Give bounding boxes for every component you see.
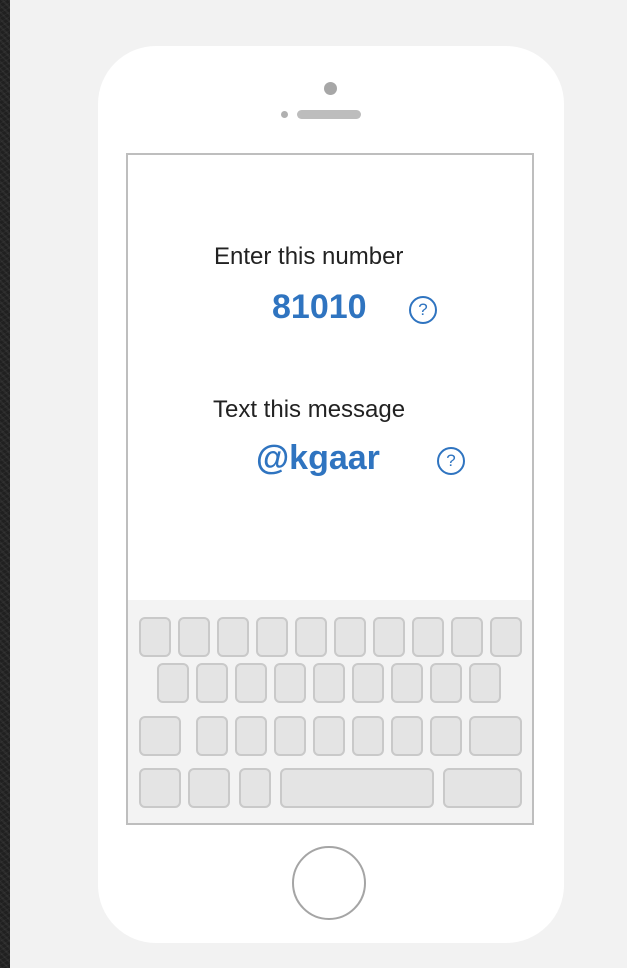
keyword-message: @kgaar xyxy=(256,439,380,477)
speaker-icon xyxy=(297,110,361,119)
keyboard-key xyxy=(295,617,327,657)
keyboard-key xyxy=(412,617,444,657)
keyboard-key xyxy=(196,716,228,756)
keyboard-key xyxy=(373,617,405,657)
keyboard-key xyxy=(157,663,189,703)
phone-screen: Enter this number 81010 ? Text this mess… xyxy=(126,153,534,825)
space-bar xyxy=(280,768,434,808)
camera-icon xyxy=(324,82,337,95)
keyboard-key xyxy=(352,663,384,703)
keyboard-key xyxy=(256,617,288,657)
keyboard-key xyxy=(430,663,462,703)
keyboard-key xyxy=(469,716,522,756)
number-label: Enter this number xyxy=(214,243,404,270)
keyboard-key xyxy=(235,663,267,703)
keyboard-key xyxy=(313,716,345,756)
phone-illustration: Enter this number 81010 ? Text this mess… xyxy=(98,46,564,943)
content-panel: Enter this number 81010 ? Text this mess… xyxy=(10,0,627,968)
keyboard-key xyxy=(391,716,423,756)
keyboard-key xyxy=(274,716,306,756)
keyboard-illustration xyxy=(128,600,532,823)
keyboard-key xyxy=(196,663,228,703)
home-button-icon xyxy=(292,846,366,920)
keyboard-key xyxy=(352,716,384,756)
short-code-number: 81010 xyxy=(272,288,367,326)
keyboard-key xyxy=(178,617,210,657)
keyboard-key xyxy=(274,663,306,703)
question-circle-icon[interactable]: ? xyxy=(409,296,437,324)
keyboard-key xyxy=(469,663,501,703)
keyboard-key xyxy=(139,768,181,808)
keyboard-key xyxy=(490,617,522,657)
keyboard-key xyxy=(313,663,345,703)
question-circle-icon[interactable]: ? xyxy=(437,447,465,475)
message-label: Text this message xyxy=(213,396,406,423)
keyboard-key xyxy=(235,716,267,756)
keyboard-key xyxy=(139,617,171,657)
keyboard-key xyxy=(443,768,522,808)
keyboard-key xyxy=(139,716,181,756)
keyboard-key xyxy=(391,663,423,703)
keyboard-key xyxy=(334,617,366,657)
keyboard-key xyxy=(430,716,462,756)
sensor-icon xyxy=(281,111,288,118)
keyboard-key xyxy=(188,768,230,808)
keyboard-key xyxy=(451,617,483,657)
keyboard-key xyxy=(217,617,249,657)
keyboard-key xyxy=(239,768,271,808)
